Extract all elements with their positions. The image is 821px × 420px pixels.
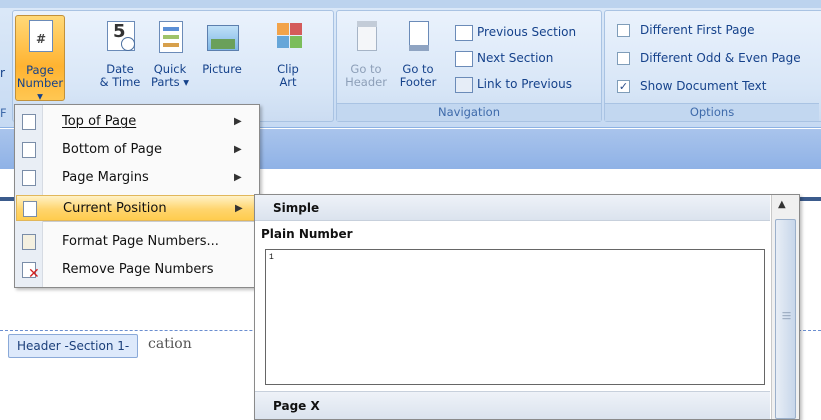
quick-parts-icon	[153, 19, 187, 57]
navigation-group: Go to Header Go to Footer Previous Secti…	[336, 10, 602, 122]
date-time-button[interactable]: 5 Date & Time	[95, 15, 145, 101]
current-position-gallery: Simple Plain Number 1 Page X ▲ — — —	[254, 194, 800, 420]
next-section-button[interactable]: Next Section	[455, 47, 553, 69]
checkbox-icon	[617, 52, 630, 65]
menu-item-page-margins[interactable]: Page Margins ▶	[16, 165, 258, 191]
link-to-previous-button[interactable]: Link to Previous	[455, 73, 572, 95]
menu-item-top-of-page[interactable]: Top of Page ▶	[16, 109, 258, 135]
gallery-item-page-x-title[interactable]: Page X	[255, 391, 770, 419]
go-to-header-button[interactable]: Go to Header	[341, 15, 391, 101]
gallery-scrollbar[interactable]: ▲ — — —	[771, 195, 799, 419]
link-icon	[455, 76, 473, 93]
go-to-footer-button[interactable]: Go to Footer	[393, 15, 443, 101]
navigation-group-label: Navigation	[337, 103, 601, 121]
header-section-tag: Header -Section 1-	[8, 334, 139, 358]
gallery-category-header: Simple	[255, 195, 770, 221]
ribbon-top-strip	[0, 0, 821, 8]
submenu-arrow-icon: ▶	[235, 203, 243, 214]
page-number-icon: #	[23, 20, 57, 58]
menu-item-current-position[interactable]: Current Position ▶	[16, 195, 258, 221]
page-number-button[interactable]: # Page Number ▾	[15, 15, 65, 103]
header-page-icon	[349, 19, 383, 57]
scroll-grip-icon: — — —	[782, 308, 791, 324]
previous-section-button[interactable]: Previous Section	[455, 21, 576, 43]
clip-art-icon	[271, 19, 305, 57]
menu-item-format-page-numbers[interactable]: Format Page Numbers...	[16, 229, 258, 255]
menu-item-bottom-of-page[interactable]: Bottom of Page ▶	[16, 137, 258, 163]
footer-page-icon	[401, 19, 435, 57]
gallery-item-title: Plain Number	[261, 227, 353, 241]
different-odd-even-checkbox[interactable]: Different Odd & Even Page	[617, 47, 801, 69]
cut-off-group-label: F	[0, 106, 7, 120]
page-margins-icon	[22, 170, 36, 186]
show-document-text-checkbox[interactable]: ✓ Show Document Text	[617, 75, 766, 97]
page-number-menu: Top of Page ▶ Bottom of Page ▶ Page Marg…	[14, 104, 260, 288]
red-x-icon: ✕	[28, 266, 40, 282]
submenu-arrow-icon: ▶	[234, 172, 242, 183]
next-section-icon	[455, 50, 473, 67]
submenu-arrow-icon: ▶	[234, 116, 242, 127]
cut-off-button-label: r	[0, 66, 5, 80]
previous-section-icon	[455, 24, 473, 41]
preview-number: 1	[269, 253, 274, 262]
different-first-page-checkbox[interactable]: Different First Page	[617, 19, 755, 41]
document-text: cation	[148, 336, 192, 352]
format-page-numbers-icon	[22, 234, 36, 250]
clip-art-button[interactable]: Clip Art	[263, 15, 313, 101]
picture-icon	[205, 19, 239, 57]
calendar-icon: 5	[103, 19, 137, 57]
scroll-up-arrow-icon[interactable]: ▲	[778, 199, 786, 210]
quick-parts-button[interactable]: Quick Parts ▾	[145, 15, 195, 101]
menu-separator	[43, 221, 257, 222]
options-group-label: Options	[605, 103, 819, 121]
submenu-arrow-icon: ▶	[234, 144, 242, 155]
checkbox-icon	[617, 24, 630, 37]
current-position-icon	[23, 201, 37, 217]
picture-button[interactable]: Picture	[197, 15, 247, 101]
gallery-item-plain-number[interactable]: 1	[265, 249, 765, 385]
options-group: Different First Page Different Odd & Eve…	[604, 10, 821, 122]
top-of-page-icon	[22, 114, 36, 130]
checkmark-icon: ✓	[617, 80, 630, 93]
menu-item-remove-page-numbers[interactable]: ✕ Remove Page Numbers	[16, 257, 258, 283]
scrollbar-thumb[interactable]: — — —	[775, 219, 796, 419]
bottom-of-page-icon	[22, 142, 36, 158]
